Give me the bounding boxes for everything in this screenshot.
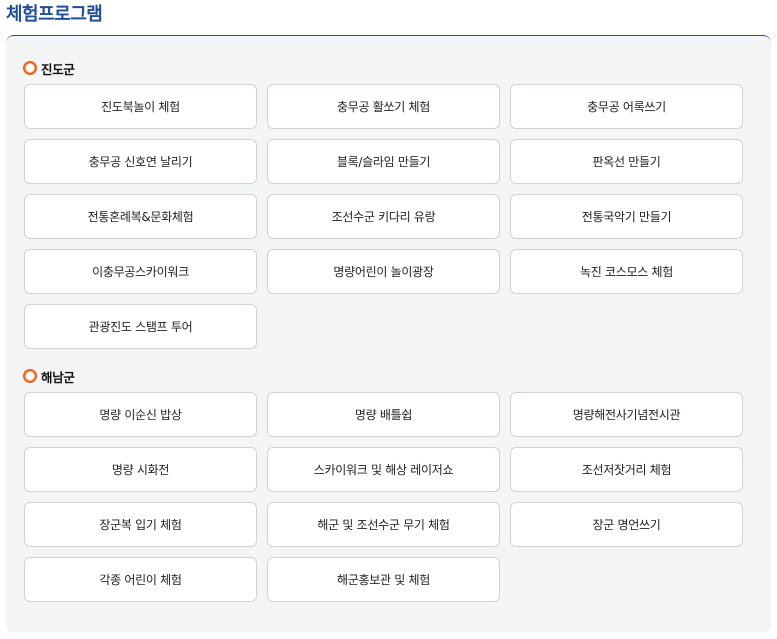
- program-item[interactable]: 스카이워크 및 해상 레이저쇼: [267, 447, 500, 492]
- orange-circle-bullet-icon: [23, 369, 37, 383]
- program-item[interactable]: 해군 및 조선수군 무기 체험: [267, 502, 500, 547]
- program-item[interactable]: 명량 이순신 밥상: [24, 392, 257, 437]
- program-item[interactable]: 진도북놀이 체험: [24, 84, 257, 129]
- section-label: 진도군: [41, 61, 75, 77]
- section-label: 해남군: [41, 369, 75, 385]
- program-item[interactable]: 녹진 코스모스 체험: [510, 249, 743, 294]
- program-item[interactable]: 전통국악기 만들기: [510, 194, 743, 239]
- program-item[interactable]: 조선수군 키다리 유랑: [267, 194, 500, 239]
- program-item[interactable]: 충무공 신호연 날리기: [24, 139, 257, 184]
- program-item[interactable]: 명량해전사기념전시관: [510, 392, 743, 437]
- program-item[interactable]: 충무공 어록쓰기: [510, 84, 743, 129]
- section-heading-haenam: 해남군: [23, 367, 75, 385]
- program-item[interactable]: 장군 명언쓰기: [510, 502, 743, 547]
- program-panel: 진도군 진도북놀이 체험 충무공 활쏘기 체험 충무공 어록쓰기 충무공 신호연…: [6, 35, 771, 632]
- program-item[interactable]: 해군홍보관 및 체험: [267, 557, 500, 602]
- program-item[interactable]: 이충무공스카이워크: [24, 249, 257, 294]
- program-item[interactable]: 장군복 입기 체험: [24, 502, 257, 547]
- program-grid-haenam: 명량 이순신 밥상 명량 배틀쉽 명량해전사기념전시관 명량 시화전 스카이워크…: [24, 392, 743, 602]
- program-item[interactable]: 판옥선 만들기: [510, 139, 743, 184]
- program-item[interactable]: 조선저잣거리 체험: [510, 447, 743, 492]
- program-item[interactable]: 명량 배틀쉽: [267, 392, 500, 437]
- program-grid-jindo: 진도북놀이 체험 충무공 활쏘기 체험 충무공 어록쓰기 충무공 신호연 날리기…: [24, 84, 743, 349]
- program-item[interactable]: 관광진도 스탬프 투어: [24, 304, 257, 349]
- orange-circle-bullet-icon: [23, 61, 37, 75]
- program-item[interactable]: 명량어린이 놀이광장: [267, 249, 500, 294]
- program-item[interactable]: 충무공 활쏘기 체험: [267, 84, 500, 129]
- program-item[interactable]: 각종 어린이 체험: [24, 557, 257, 602]
- program-item[interactable]: 전통혼례복&문화체험: [24, 194, 257, 239]
- program-item[interactable]: 블록/슬라임 만들기: [267, 139, 500, 184]
- section-heading-jindo: 진도군: [23, 59, 75, 77]
- page-title: 체험프로그램: [6, 4, 103, 25]
- program-item[interactable]: 명량 시화전: [24, 447, 257, 492]
